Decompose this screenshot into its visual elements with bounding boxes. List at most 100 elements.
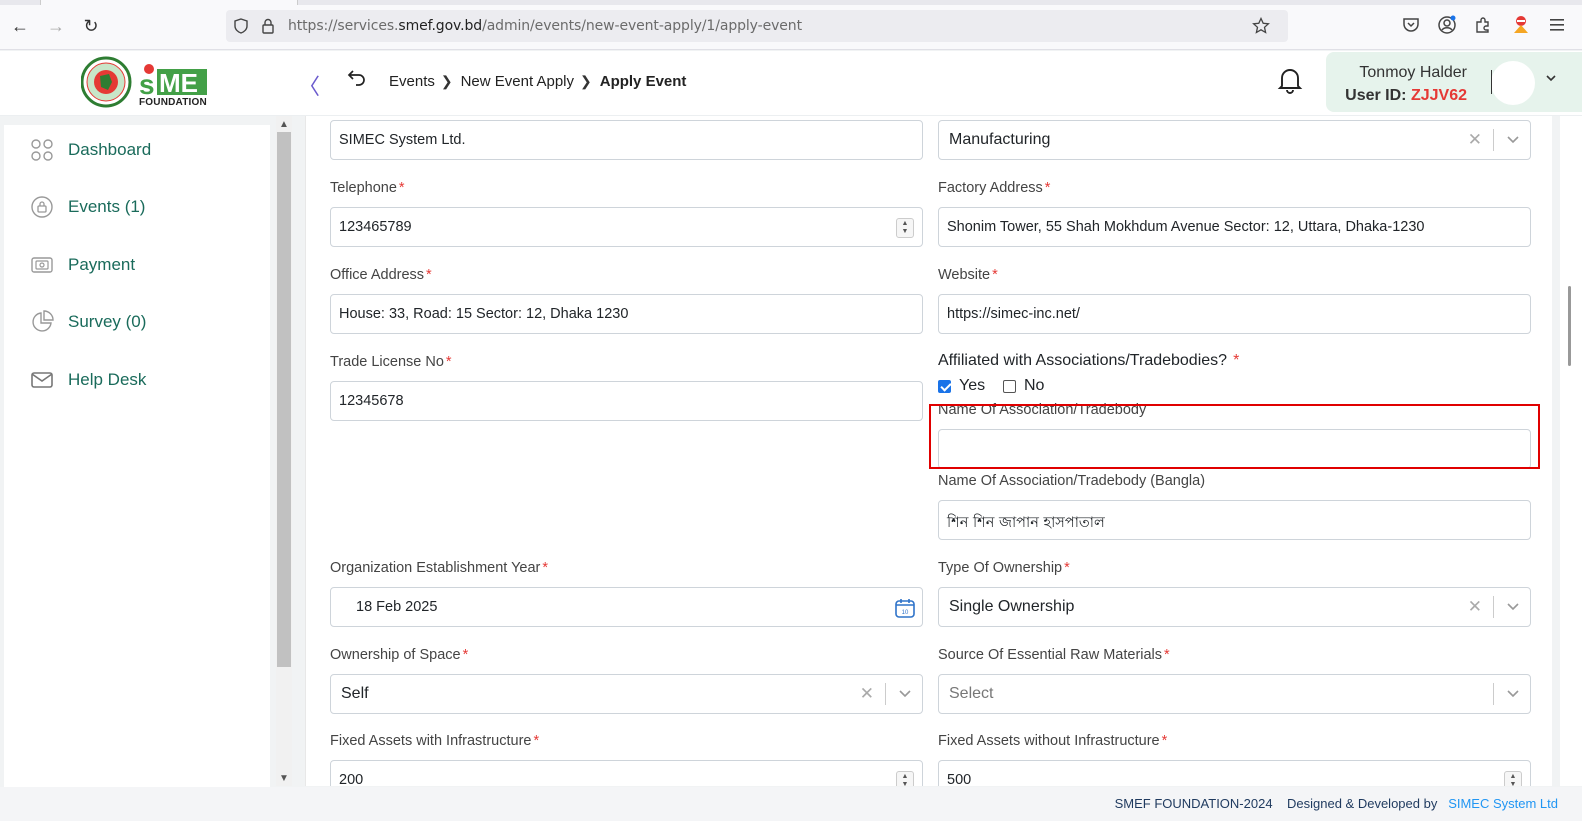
ownership-type-value: Single Ownership [949,598,1075,615]
office-address-value: House: 33, Road: 15 Sector: 12, Dhaka 12… [339,306,629,322]
account-icon[interactable] [1436,14,1458,36]
scroll-up-icon[interactable]: ▲ [276,116,292,132]
forward-arrow-icon[interactable]: → [44,14,68,38]
chevron-down-icon[interactable] [898,686,912,700]
raw-materials-label: Source Of Essential Raw Materials * [938,647,1170,663]
breadcrumb-events[interactable]: Events [389,73,435,90]
affiliated-yes-option[interactable]: Yes [938,377,985,395]
user-id-value: ZJJV62 [1410,87,1467,104]
space-ownership-select[interactable]: Self ✕ [330,674,923,714]
extensions-icon[interactable] [1472,14,1494,36]
clear-icon[interactable]: ✕ [1468,130,1482,150]
raw-materials-placeholder: Select [949,685,994,702]
chevron-right-icon: ❯ [440,73,453,89]
organization-name-value: SIMEC System Ltd. [339,132,466,148]
sidebar-item-events[interactable]: Events (1) [4,187,270,227]
footer-developer-link[interactable]: SIMEC System Ltd [1448,796,1558,811]
telephone-value: 123465789 [339,219,412,235]
lock-icon[interactable] [259,17,277,35]
svg-text:10: 10 [902,610,909,616]
sidebar-scroll-thumb[interactable] [277,132,291,667]
menu-icon[interactable] [1546,14,1568,36]
smef-logo[interactable]: s ME FOUNDATION [80,56,211,108]
app-header: s ME FOUNDATION 〈 Events ❯ New Event App… [0,51,1582,116]
affiliated-question: Affiliated with Associations/Tradebodies… [938,352,1240,369]
avatar-divider [1491,70,1492,94]
telephone-field[interactable]: 123465789 ▲ ▼ [330,207,923,247]
breadcrumb-new-event-apply[interactable]: New Event Apply [461,73,574,90]
ownership-type-label: Type Of Ownership * [938,560,1070,576]
grid-icon [30,138,54,162]
number-spinner[interactable]: ▲ ▼ [896,218,914,238]
association-name-bangla-field[interactable]: শিন শিন জাপান হাসপাতাল [938,500,1531,540]
main-scrollbar[interactable] [1560,116,1582,786]
sidebar-item-label: Dashboard [68,140,152,159]
sidebar-item-help-desk[interactable]: Help Desk [4,360,270,400]
fixed-assets-infra-field[interactable]: 200 ▲ ▼ [330,760,923,786]
bookmark-star-icon[interactable] [1252,17,1270,35]
ownership-type-select[interactable]: Single Ownership ✕ [938,587,1531,627]
sidebar-item-label: Payment [68,255,136,274]
url-text[interactable]: https://services.smef.gov.bd/admin/event… [288,18,802,34]
sidebar-item-payment[interactable]: Payment [4,245,270,285]
number-spinner[interactable]: ▲ ▼ [896,771,914,786]
svg-text:s: s [139,69,155,100]
factory-address-value: Shonim Tower, 55 Shah Mokhdum Avenue Sec… [947,219,1425,235]
footer: SMEF FOUNDATION-2024 Designed & Develope… [0,787,1582,821]
organization-name-field[interactable]: SIMEC System Ltd. [330,120,923,160]
office-address-field[interactable]: House: 33, Road: 15 Sector: 12, Dhaka 12… [330,294,923,334]
fixed-assets-infra-label: Fixed Assets with Infrastructure * [330,733,540,749]
chevron-down-icon[interactable] [1506,132,1520,146]
reload-icon[interactable]: ↻ [79,14,103,38]
collapse-sidebar-icon[interactable]: 〈 [298,69,320,101]
tab-strip [0,0,1582,5]
notification-bell-icon[interactable] [1277,66,1305,96]
browser-tab[interactable] [40,0,298,5]
yes-checkbox[interactable] [938,379,951,393]
chevron-down-icon[interactable] [1506,599,1520,613]
highlight-box [929,404,1540,469]
scroll-down-icon[interactable]: ▼ [276,770,292,786]
chevron-down-icon[interactable] [1506,686,1520,700]
raw-materials-select[interactable]: Select [938,674,1531,714]
pocket-icon[interactable] [1400,14,1422,36]
sector-select[interactable]: Manufacturing ✕ [938,120,1531,160]
user-menu[interactable]: Tonmoy Halder User ID: ZJJV62 [1326,52,1582,112]
clear-icon[interactable]: ✕ [860,684,874,704]
events-icon [30,195,54,219]
trade-license-field[interactable]: 12345678 [330,381,923,421]
sidebar: Dashboard Events (1) Payment Survey (0) … [4,125,270,787]
select-divider [1493,683,1494,705]
trade-license-value: 12345678 [339,393,404,409]
space-ownership-label: Ownership of Space * [330,647,469,663]
calendar-icon[interactable]: 10 [894,597,916,619]
sidebar-item-survey[interactable]: Survey (0) [4,302,270,342]
fixed-assets-no-infra-field[interactable]: 500 ▲ ▼ [938,760,1531,786]
chevron-down-icon[interactable] [1545,71,1557,87]
website-field[interactable]: https://simec-inc.net/ [938,294,1531,334]
sidebar-item-label: Help Desk [68,370,147,389]
undo-back-icon[interactable] [347,68,367,92]
fixed-assets-infra-value: 200 [339,772,364,786]
user-id: User ID: ZJJV62 [1345,87,1467,104]
sidebar-scrollbar[interactable]: ▲ ▼ [276,116,292,786]
sidebar-item-dashboard[interactable]: Dashboard [4,130,270,170]
factory-address-field[interactable]: Shonim Tower, 55 Shah Mokhdum Avenue Sec… [938,207,1531,247]
browser-toolbar: ← → ↻ https://services.smef.gov.bd/admin… [0,0,1582,50]
pie-icon [30,310,54,334]
affiliated-no-option[interactable]: No [1003,377,1044,395]
establishment-year-label: Organization Establishment Year * [330,560,549,576]
no-checkbox[interactable] [1003,379,1016,393]
shield-icon[interactable] [232,17,250,35]
number-spinner[interactable]: ▲ ▼ [1504,771,1522,786]
select-divider [1493,596,1494,618]
clear-icon[interactable]: ✕ [1468,597,1482,617]
chevron-right-icon: ❯ [580,73,592,89]
yes-label: Yes [959,377,986,394]
establishment-year-field[interactable]: 18 Feb 2025 10 [330,587,923,627]
main-scroll-thumb[interactable] [1568,286,1571,366]
avatar[interactable] [1491,61,1535,105]
back-arrow-icon[interactable]: ← [8,14,32,38]
addon-icon[interactable] [1510,14,1532,36]
address-bar[interactable]: https://services.smef.gov.bd/admin/event… [226,10,1288,42]
